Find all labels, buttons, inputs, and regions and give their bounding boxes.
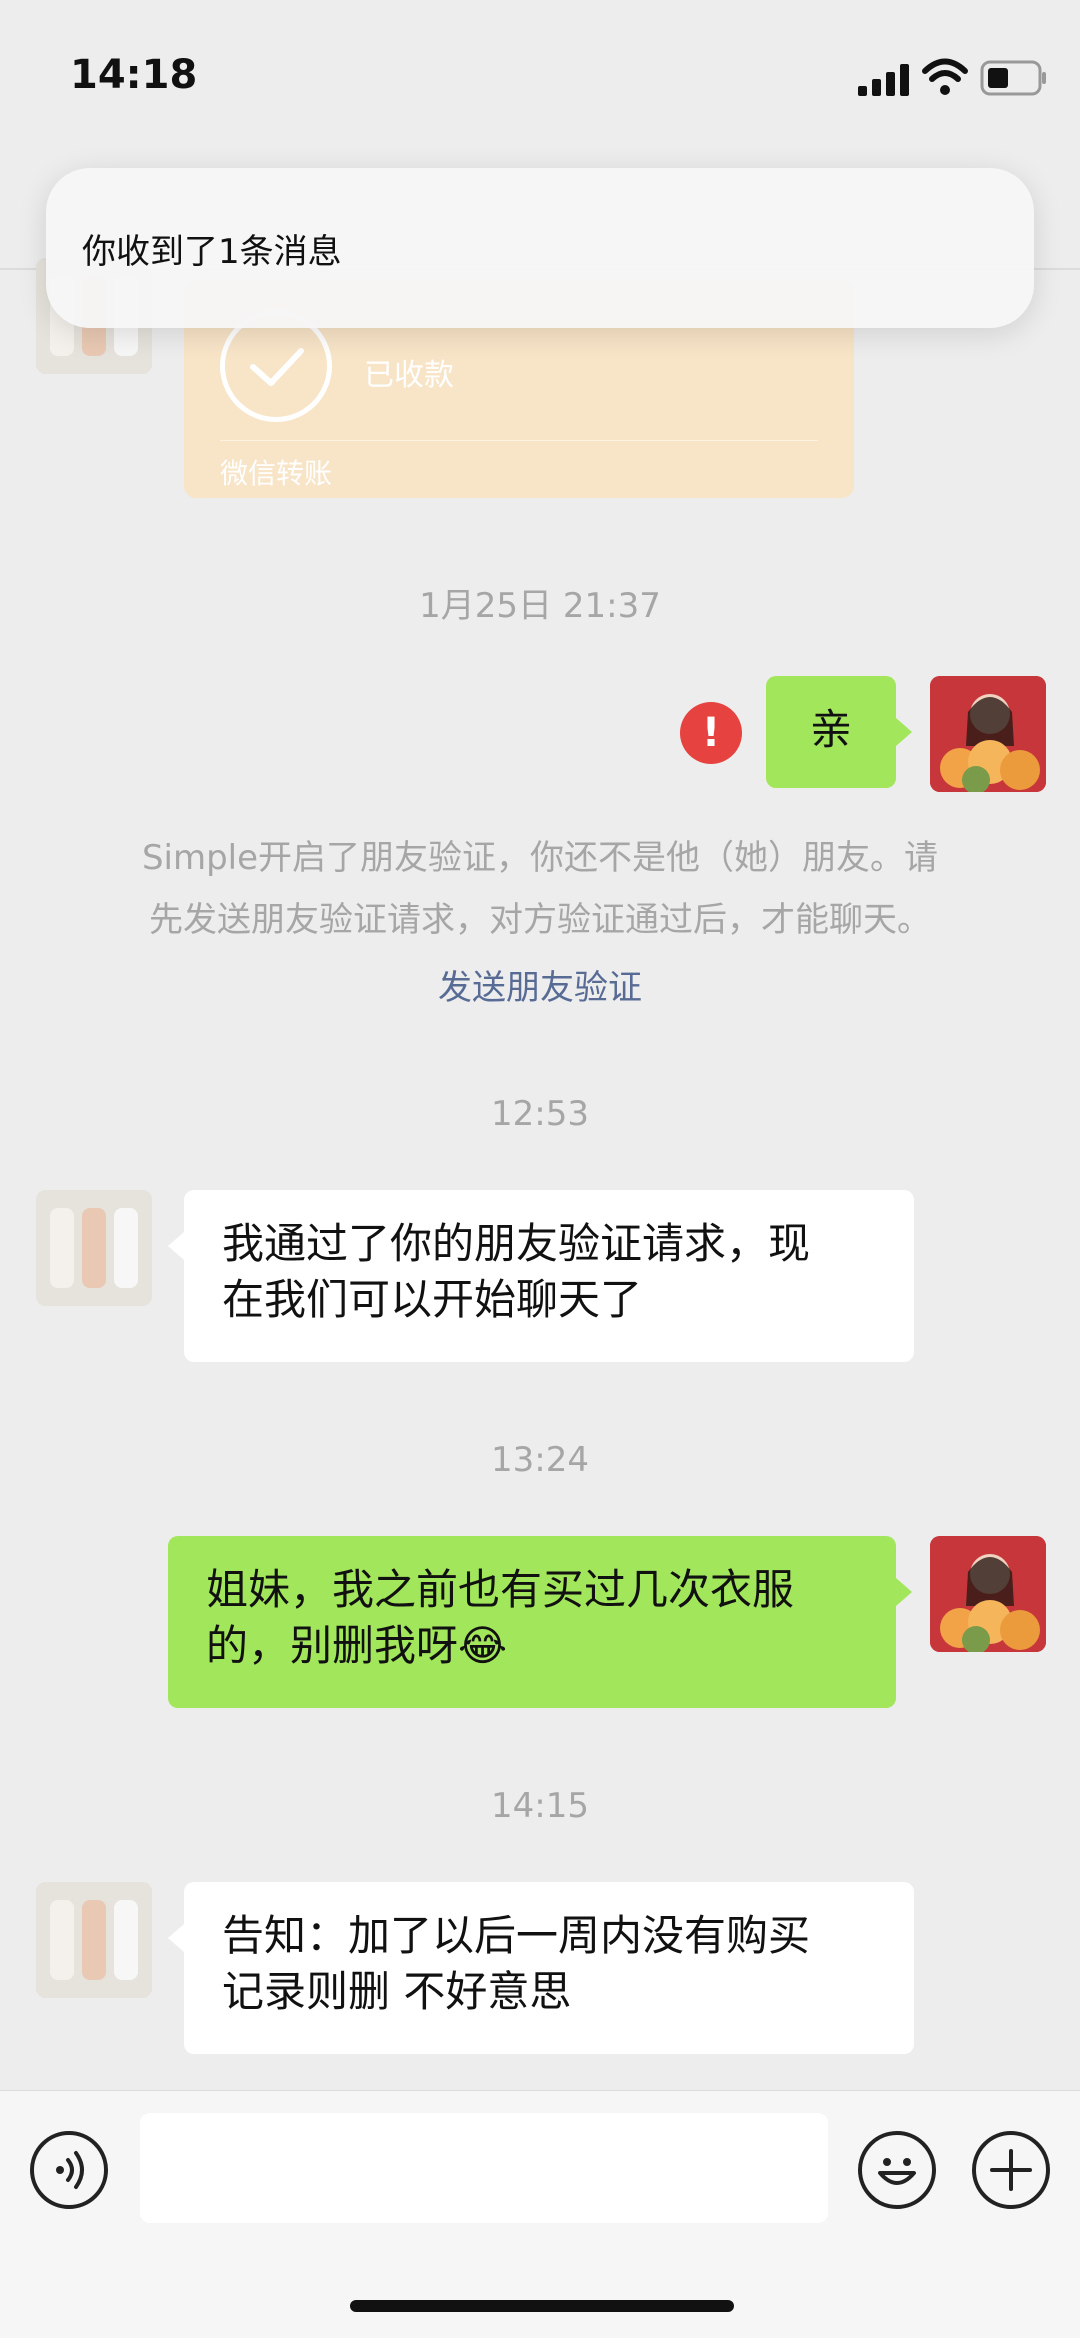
notification-banner[interactable]: 你收到了1条消息	[46, 168, 1034, 328]
message-text-line: 我通过了你的朋友验证请求，现	[222, 1219, 811, 1268]
message-bubble-outgoing[interactable]: 姐妹，我之前也有买过几次衣服 的，别删我呀😂	[168, 1536, 896, 1708]
message-input[interactable]	[140, 2113, 828, 2223]
wifi-icon	[922, 58, 968, 95]
bubble-tail	[896, 1578, 912, 1606]
message-text-line: 姐妹，我之前也有买过几次衣服	[206, 1565, 795, 1614]
message-text: 亲	[809, 705, 852, 754]
timestamp: 14:15	[491, 1786, 589, 1826]
voice-icon	[56, 2151, 84, 2189]
timestamp: 13:24	[491, 1440, 589, 1480]
avatar[interactable]	[36, 1882, 152, 1998]
chat-screen: 14:18 你收到了1条消息 已收款 微信转账 1月25日 21:37 ! 亲 …	[0, 0, 1080, 2338]
system-notice-line: 先发送朋友验证请求，对方验证通过后，才能聊天。	[149, 900, 931, 940]
message-bubble-incoming[interactable]: 告知：加了以后一周内没有购买 记录则删 不好意思	[184, 1882, 914, 2054]
transfer-divider	[220, 440, 818, 441]
message-bubble-incoming[interactable]: 我通过了你的朋友验证请求，现 在我们可以开始聊天了	[184, 1190, 914, 1362]
system-notice-line: Simple开启了朋友验证，你还不是他（她）朋友。请	[141, 838, 939, 878]
message-bubble-outgoing[interactable]: 亲	[766, 676, 896, 788]
home-indicator	[350, 2300, 734, 2312]
bubble-tail	[168, 1232, 184, 1260]
shop-avatar-image	[36, 1190, 152, 1306]
avatar[interactable]	[930, 676, 1046, 792]
timestamp: 1月25日 21:37	[419, 586, 661, 626]
message-text-line: 告知：加了以后一周内没有购买	[222, 1911, 811, 1960]
user-avatar-image	[930, 1536, 1046, 1652]
timestamp: 12:53	[491, 1094, 589, 1134]
user-avatar-image	[930, 676, 1046, 792]
transfer-label: 微信转账	[220, 457, 333, 490]
message-text-line: 在我们可以开始聊天了	[222, 1275, 643, 1324]
battery-icon	[980, 60, 1046, 96]
send-failed-icon[interactable]: !	[680, 702, 742, 764]
notification-text: 你收到了1条消息	[82, 232, 342, 272]
voice-button[interactable]	[30, 2131, 108, 2209]
avatar[interactable]	[930, 1536, 1046, 1652]
status-bar: 14:18	[0, 0, 1080, 150]
avatar[interactable]	[36, 1190, 152, 1306]
status-time: 14:18	[70, 52, 198, 98]
signal-icon	[858, 64, 909, 96]
emoji-button[interactable]	[858, 2131, 936, 2209]
shop-avatar-image	[36, 1882, 152, 1998]
message-text-line: 的，别删我呀😂	[206, 1621, 508, 1670]
system-notice: Simple开启了朋友验证，你还不是他（她）朋友。请 先发送朋友验证请求，对方验…	[60, 827, 1020, 951]
more-button[interactable]	[972, 2131, 1050, 2209]
emoji-icon	[878, 2158, 916, 2185]
transfer-status: 已收款	[364, 358, 454, 393]
bubble-tail	[896, 718, 912, 746]
send-verification-link[interactable]: 发送朋友验证	[0, 960, 1080, 1009]
plus-icon	[990, 2149, 1032, 2191]
bubble-tail	[168, 1924, 184, 1952]
message-text-line: 记录则删 不好意思	[222, 1967, 572, 2016]
